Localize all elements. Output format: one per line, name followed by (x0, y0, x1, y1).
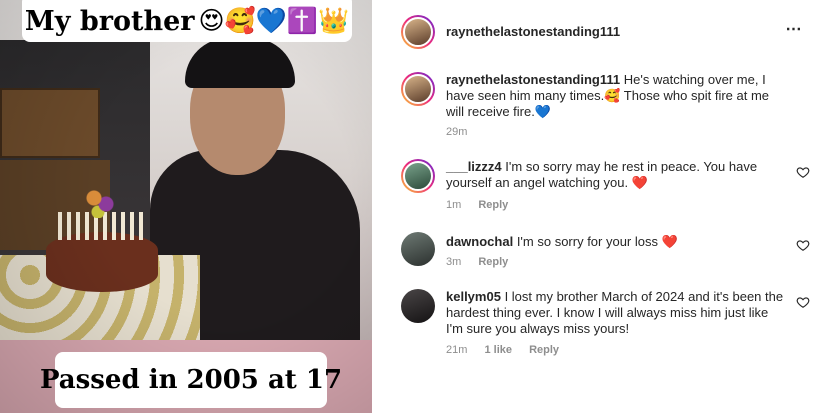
caption-top-emoji: 😍🥰💙✝️👑 (198, 6, 350, 35)
caption-top: My brother 😍🥰💙✝️👑 (22, 0, 352, 42)
more-horizontal-icon[interactable]: ⋯ (782, 20, 806, 40)
caption-bottom-text: Passed in 2005 at 17 (39, 365, 343, 395)
comment-avatar[interactable] (401, 159, 435, 193)
reply-button[interactable]: Reply (478, 199, 508, 211)
post-header: raynethelastonestanding111 ⋯ (372, 12, 825, 52)
comment-time: 1m (446, 199, 462, 211)
comment-text: ___lizzz4 I'm so sorry may he rest in pe… (446, 159, 786, 191)
comment-body: I'm so sorry for your loss ❤️ (516, 234, 678, 249)
likes-count[interactable]: 1 like (484, 344, 512, 356)
comment-time: 29m (446, 126, 468, 138)
comment-text: kellym05 I lost my brother March of 2024… (446, 289, 786, 337)
heart-outline-icon[interactable] (796, 238, 810, 252)
comment-time: 3m (446, 256, 462, 268)
post-author-avatar[interactable] (401, 15, 435, 49)
comment-username[interactable]: dawnochal (446, 234, 513, 249)
comment-avatar[interactable] (401, 72, 435, 106)
heart-outline-icon[interactable] (796, 295, 810, 309)
comment-avatar[interactable] (401, 232, 435, 266)
comment-avatar[interactable] (401, 289, 435, 323)
comment-username[interactable]: ___lizzz4 (446, 159, 502, 174)
post-image[interactable]: My brother 😍🥰💙✝️👑 Passed in 2005 at 17 (0, 0, 372, 413)
comment-meta: 21m 1 like Reply (446, 344, 573, 356)
caption-top-text: My brother (24, 5, 195, 37)
comment-meta: 1m Reply (446, 199, 522, 211)
caption-bottom: Passed in 2005 at 17 (40, 352, 342, 408)
comment-meta: 29m (446, 126, 481, 138)
comment-text: dawnochal I'm so sorry for your loss ❤️ (446, 234, 786, 250)
reply-button[interactable]: Reply (478, 256, 508, 268)
comment-username[interactable]: kellym05 (446, 289, 501, 304)
comment-username[interactable]: raynethelastonestanding111 (446, 72, 620, 87)
reply-button[interactable]: Reply (529, 344, 559, 356)
comments-panel: raynethelastonestanding111 ⋯ raynethelas… (372, 0, 825, 413)
heart-outline-icon[interactable] (796, 165, 810, 179)
post-author-username[interactable]: raynethelastonestanding111 (446, 24, 620, 39)
comment-text: raynethelastonestanding111 He's watching… (446, 72, 786, 120)
comment-time: 21m (446, 344, 468, 356)
comment-meta: 3m Reply (446, 256, 522, 268)
